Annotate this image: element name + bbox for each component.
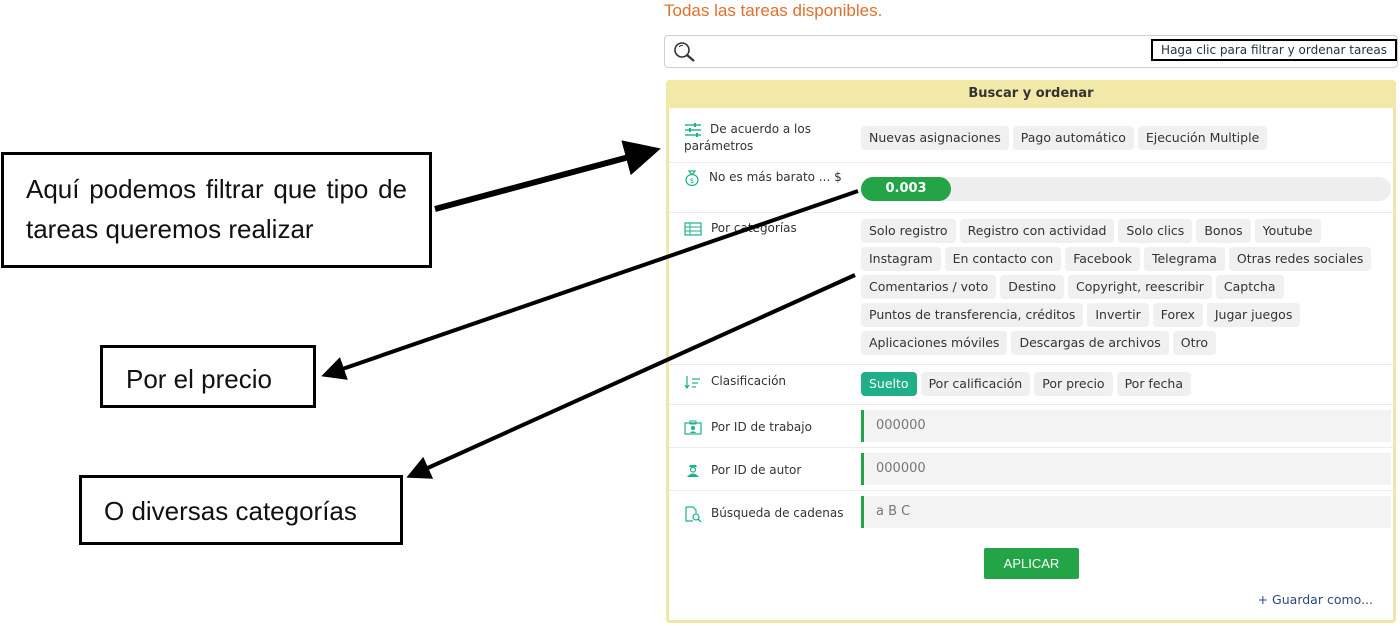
category-chip[interactable]: Solo clics [1118,219,1193,243]
category-chip-row: Comentarios / voto Destino Copyright, rees… [861,275,1400,303]
category-chip-row: Solo registro Registro con actividad Solo … [861,219,1400,247]
sort-label: Clasificación [684,373,786,390]
price-slider-fill[interactable]: 0.003 [861,177,952,201]
param-chip[interactable]: Ejecución Multiple [1137,126,1268,150]
category-chip[interactable]: Descargas de archivos [1011,331,1169,355]
category-chip[interactable]: Puntos de transferencia, créditos [861,303,1084,327]
sort-option[interactable]: Por calificación [920,372,1031,396]
save-as-link[interactable]: + Guardar como... [1258,592,1373,607]
params-row: De acuerdo a los parámetros Nuevas asign… [669,114,1393,162]
category-chip[interactable]: Invertir [1087,303,1149,327]
price-slider[interactable]: 0.003 [861,177,1391,201]
search-sort-panel: Buscar y ordenar De acuerdo a los paráme… [666,80,1396,623]
author-id-label: Por ID de autor [684,462,801,479]
job-id-input[interactable]: 000000 [861,410,1391,442]
category-chip[interactable]: Jugar juegos [1206,303,1301,327]
sort-option[interactable]: Suelto [861,372,917,396]
svg-text:$: $ [690,177,694,185]
sort-icon [684,375,700,389]
params-chips: Nuevas asignaciones Pago automático Ejecuc… [861,126,1271,154]
string-search-input[interactable]: a B C [861,496,1391,528]
callout-price: Por el precio [100,345,316,408]
money-bag-icon: $ [685,169,699,186]
user-icon [687,465,699,477]
categories-row: Por categorías Solo registro Registro con… [669,212,1393,365]
panel-header: Buscar y ordenar [666,80,1396,108]
apply-button[interactable]: APLICAR [984,548,1079,579]
author-id-input[interactable]: 000000 [861,453,1391,485]
sliders-icon [685,122,701,137]
category-chip[interactable]: En contacto con [944,247,1062,271]
arrow-filter [434,140,661,212]
param-chip[interactable]: Pago automático [1012,126,1134,150]
search-icon [674,42,695,62]
category-chips: Solo registro Registro con actividad Solo … [861,219,1400,359]
price-label: $ No es más barato ... $ [684,169,849,186]
category-chip[interactable]: Destino [1000,275,1065,299]
price-row: $ No es más barato ... $ 0.003 [669,162,1393,213]
params-label: De acuerdo a los parámetros [684,122,811,153]
id-card-icon [684,420,702,435]
page-title: Todas las tareas disponibles. [664,1,883,20]
category-chip[interactable]: Youtube [1254,219,1321,243]
category-chip[interactable]: Instagram [861,247,941,271]
categories-label: Por categorías [684,220,797,237]
category-chip[interactable]: Registro con actividad [959,219,1115,243]
category-chip[interactable]: Facebook [1065,247,1140,271]
sort-option[interactable]: Por precio [1034,372,1113,396]
sort-option[interactable]: Por fecha [1116,372,1191,396]
category-chip[interactable]: Otras redes sociales [1228,247,1372,271]
category-chip-row: Puntos de transferencia, créditos Inverti… [861,303,1400,331]
callout-filter: Aquí podemos filtrar que tipo de tareas … [1,152,432,268]
category-chip-row: Instagram En contacto con Facebook Telegram… [861,247,1400,275]
category-chip[interactable]: Copyright, reescribir [1068,275,1212,299]
search-bar[interactable]: Haga clic para filtrar y ordenar tareas [664,35,1398,68]
sort-row: Clasificación Suelto Por calificación Por … [669,364,1393,405]
callout-categories: O diversas categorías [79,475,403,545]
category-chip-row: Aplicaciones móviles Descargas de archivo… [861,331,1400,359]
category-chip[interactable]: Solo registro [861,219,956,243]
filter-sort-hint[interactable]: Haga clic para filtrar y ordenar tareas [1151,39,1397,61]
job-id-label: Por ID de trabajo [684,419,812,436]
document-search-icon [685,505,702,522]
sort-options: Suelto Por calificación Por precio Por fech… [861,372,1195,400]
category-chip[interactable]: Captcha [1215,275,1284,299]
category-chip[interactable]: Aplicaciones móviles [861,331,1008,355]
string-search-label: Búsqueda de cadenas [684,505,843,522]
table-icon [684,221,702,236]
category-chip[interactable]: Comentarios / voto [861,275,997,299]
category-chip[interactable]: Bonos [1196,219,1251,243]
category-chip[interactable]: Forex [1152,303,1203,327]
category-chip[interactable]: Telegrama [1143,247,1225,271]
string-search-row: Búsqueda de cadenas a B C [669,490,1393,535]
job-id-row: Por ID de trabajo 000000 [669,404,1393,448]
author-id-row: Por ID de autor 000000 [669,447,1393,491]
category-chip[interactable]: Otro [1172,331,1217,355]
param-chip[interactable]: Nuevas asignaciones [861,126,1009,150]
